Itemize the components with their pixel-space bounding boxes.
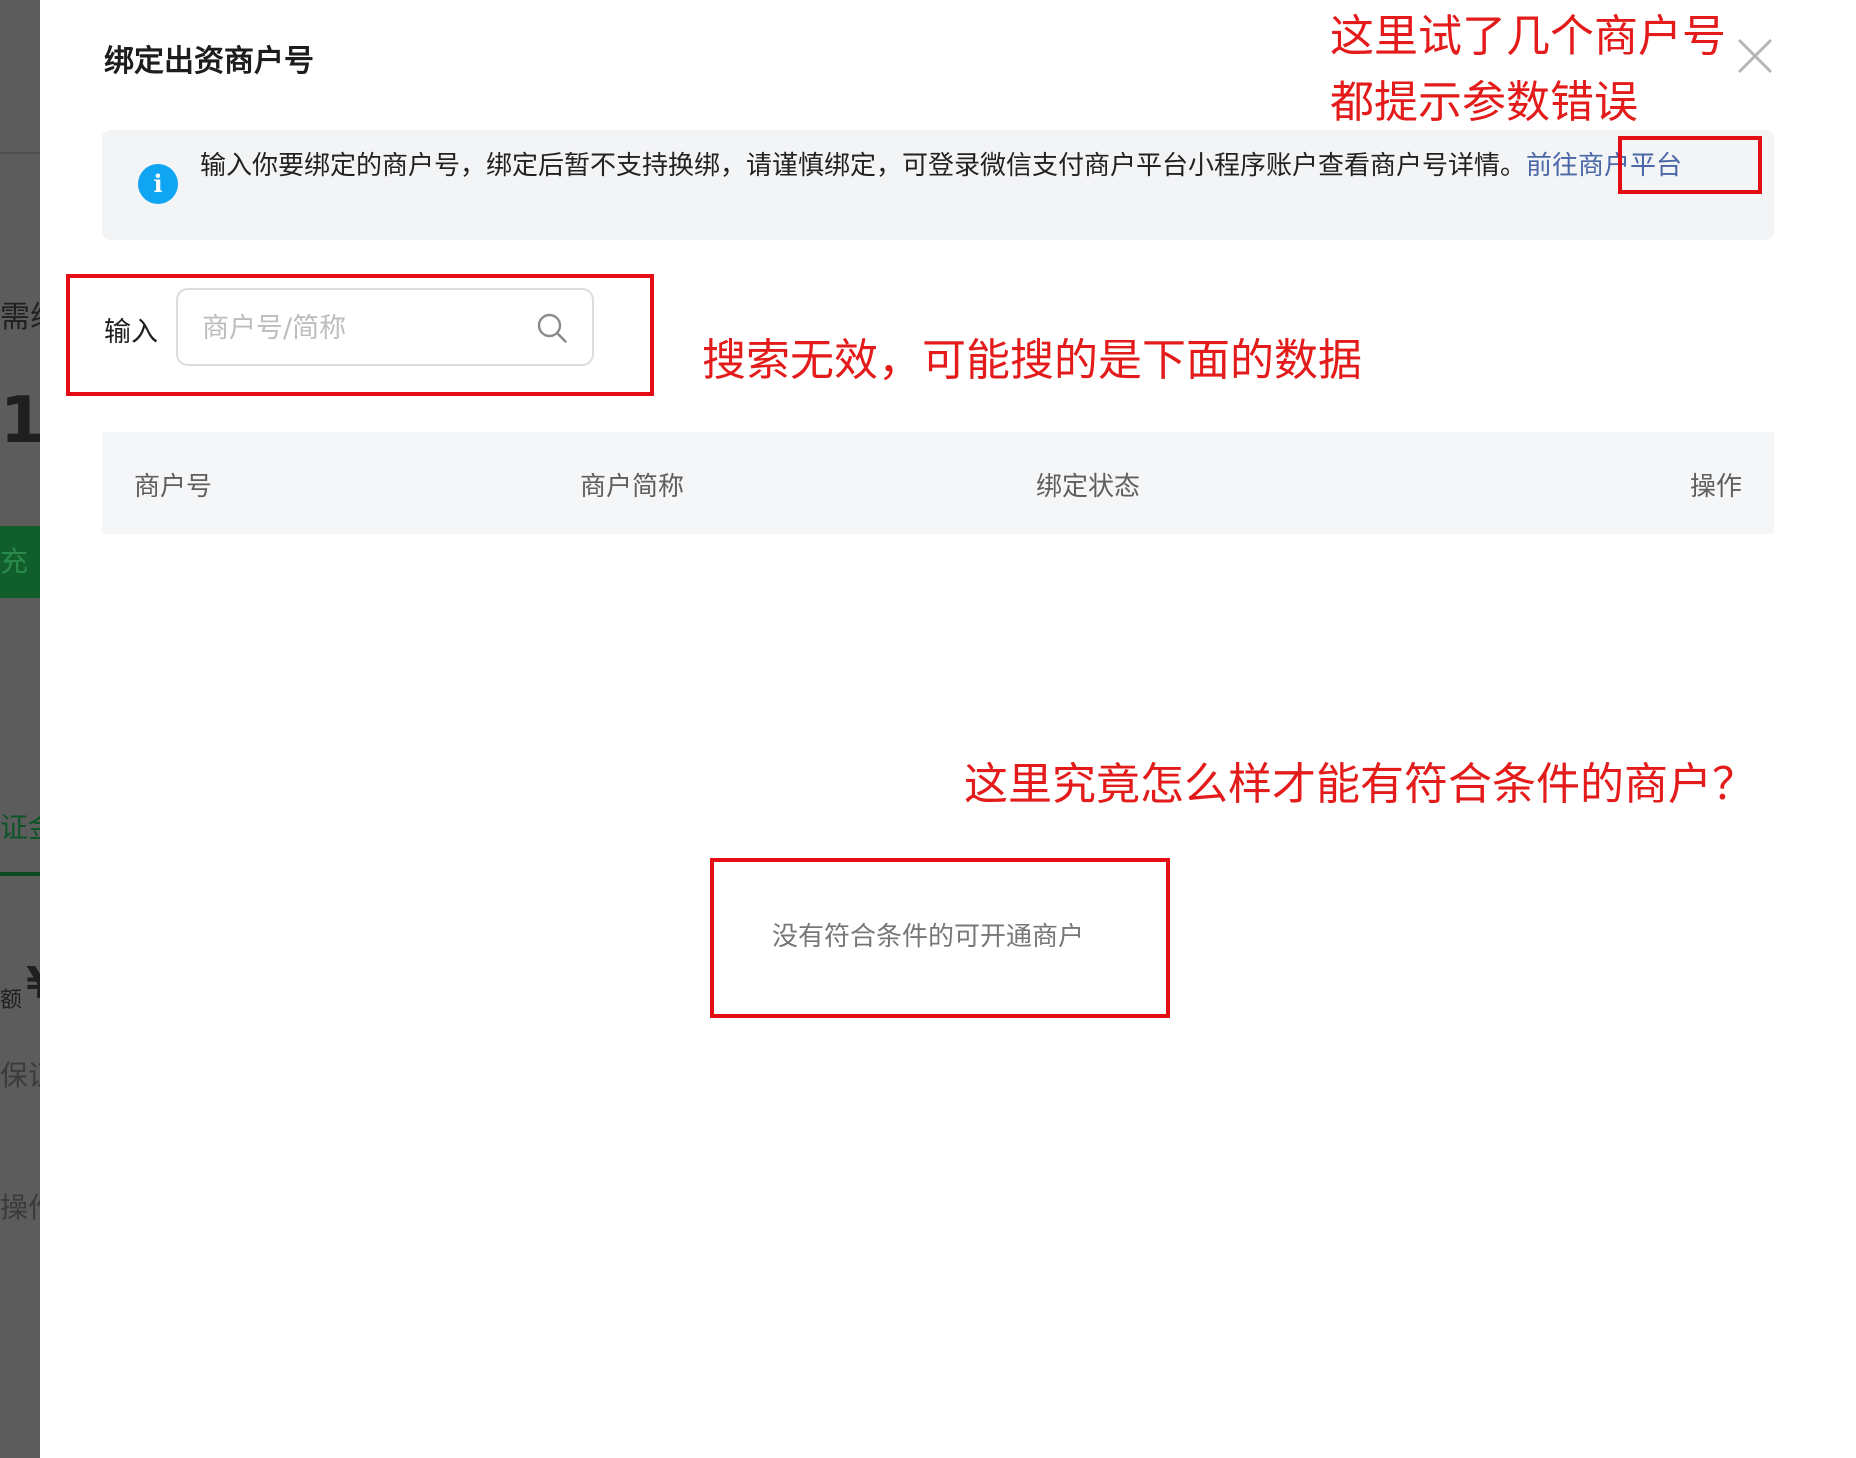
column-bind-status: 绑定状态 <box>1036 472 1141 502</box>
annotation-note-top-line2: 都提示参数错误 <box>1330 77 1638 128</box>
column-merchant-id: 商户号 <box>134 472 213 502</box>
column-merchant-short-name: 商户简称 <box>580 472 685 502</box>
annotation-box-empty-state <box>710 858 1170 1018</box>
bg-recharge-label: 充值 <box>0 545 29 578</box>
bg-recharge-button: 充值 <box>0 526 40 598</box>
bg-text-fragment: 保证 <box>0 1059 40 1092</box>
annotation-note-empty: 这里究竟怎么样才能有符合条件的商户？ <box>964 759 1756 810</box>
annotation-note-top-line1: 这里试了几个商户号 <box>1330 11 1726 62</box>
notice-message: 输入你要绑定的商户号，绑定后暂不支持换绑，请谨慎绑定，可登录微信支付商户平台小程… <box>200 151 1527 181</box>
bg-divider <box>0 152 40 154</box>
table-header: 商户号 商户简称 绑定状态 操作 <box>102 432 1774 534</box>
dialog-title: 绑定出资商户号 <box>104 44 314 79</box>
column-actions: 操作 <box>1689 472 1742 502</box>
bind-merchant-dialog: 绑定出资商户号 i 输入你要绑定的商户号，绑定后暂不支持换绑，请谨慎绑定，可登录… <box>40 0 1856 1458</box>
bg-text-fragment: 10 <box>0 384 40 458</box>
notice-text: 输入你要绑定的商户号，绑定后暂不支持换绑，请谨慎绑定，可登录微信支付商户平台小程… <box>200 146 1760 186</box>
bg-text-fragment: 操作 <box>0 1191 40 1224</box>
close-icon[interactable] <box>1735 36 1775 76</box>
annotation-note-search: 搜索无效，可能搜的是下面的数据 <box>702 335 1362 386</box>
bg-text-fragment: 需缘 <box>0 300 40 335</box>
bg-text-fragment: ¥ <box>26 958 40 1009</box>
bg-tab-fragment: 证金 <box>0 811 40 844</box>
annotation-box-search <box>66 274 654 396</box>
info-icon: i <box>138 164 178 204</box>
annotation-box-platform-link <box>1618 136 1762 194</box>
bg-tab-underline <box>0 872 40 876</box>
